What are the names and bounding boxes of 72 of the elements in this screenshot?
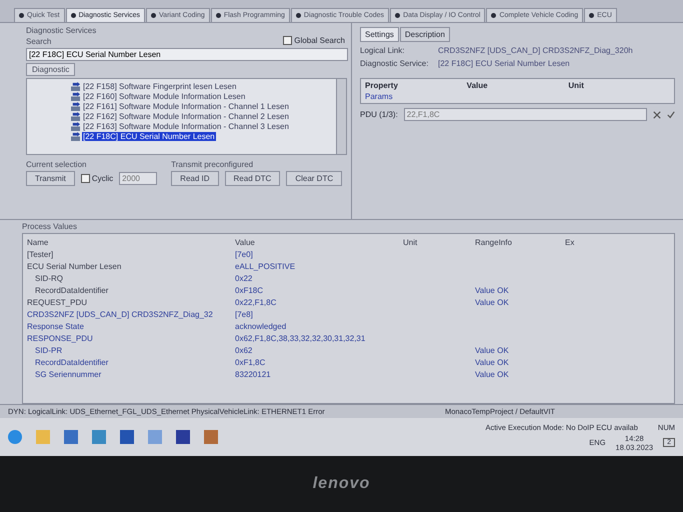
service-item[interactable]: [22 F162] Software Module Information - Channel 2 Lesen [82, 112, 290, 120]
table-cell: [7e0] [235, 250, 253, 258]
table-cell: SG Seriennummer [35, 370, 102, 378]
service-icon [71, 92, 80, 100]
table-cell: 0x62 [235, 346, 252, 354]
table-cell: 0xF18C [235, 286, 264, 294]
global-search-checkbox[interactable]: Global Search [283, 36, 345, 45]
table-cell: 0x22,F1,8C [235, 298, 276, 306]
column-header: Value [235, 238, 256, 246]
column-header: Name [26, 238, 50, 246]
table-cell: 0x22 [235, 274, 252, 282]
preconfigured-button[interactable]: Clear DTC [286, 171, 342, 186]
section-label: Process Values [22, 222, 77, 231]
table-cell: CRD3S2NFZ [UDS_CAN_D] CRD3S2NFZ_Diag_32 [27, 310, 213, 318]
cyclic-checkbox[interactable]: Cyclic [80, 174, 114, 183]
table-cell: eALL_POSITIVE [235, 262, 296, 270]
service-item[interactable]: [22 F160] Software Module Information Lesen [82, 92, 246, 100]
service-item[interactable]: [22 F18C] ECU Serial Number Lesen [82, 132, 216, 140]
field-value: CRD3S2NFZ [UDS_CAN_D] CRD3S2NFZ_Diag_320h [438, 46, 633, 55]
group-header: Params [364, 92, 394, 103]
service-icon [71, 82, 80, 90]
table-cell: RESPONSE_PDU [27, 334, 93, 342]
group-title: Diagnostic Services [26, 26, 96, 35]
service-icon [71, 102, 80, 110]
column-header: Value [466, 81, 489, 90]
transmit-button[interactable]: Transmit [26, 171, 75, 186]
table-cell: REQUEST_PDU [27, 298, 88, 306]
service-item[interactable]: [22 F161] Software Module Information - Channel 1 Lesen [82, 102, 290, 110]
checkmark-icon[interactable] [667, 110, 675, 118]
table-cell: Value OK [475, 346, 509, 354]
table-cell: Response State [27, 322, 84, 330]
field-label: Diagnostic Service: [360, 59, 430, 68]
field-label: Logical Link: [360, 46, 406, 55]
table-cell: Value OK [475, 370, 509, 378]
table-cell: SID-PR [35, 346, 62, 354]
service-icon [71, 132, 80, 140]
details-tab[interactable]: Description [400, 27, 450, 42]
table-cell: RecordDataIdentifier [35, 358, 108, 366]
search-label: Search [26, 37, 52, 46]
preconfigured-button[interactable]: Read ID [171, 171, 219, 186]
table-cell: ECU Serial Number Lesen [27, 262, 122, 270]
service-item[interactable]: [22 F163] Software Module Information - Channel 3 Lesen [82, 122, 290, 130]
service-item[interactable]: [22 F158] Software Fingerprint lesen Lesen [82, 82, 238, 90]
section-label: Transmit preconfigured [171, 160, 254, 169]
field-value: [22 F18C] ECU Serial Number Lesen [438, 59, 570, 68]
details-tab[interactable]: Settings [360, 27, 399, 42]
table-cell: Value OK [475, 358, 509, 366]
section-label: Current selection [26, 160, 86, 169]
service-icon [71, 112, 80, 120]
table-cell: Value OK [475, 298, 509, 306]
table-cell: 0xF1,8C [235, 358, 266, 366]
column-header: RangeInfo [475, 238, 513, 246]
table-cell: [7e8] [235, 310, 253, 318]
brand-logo: lenovo [312, 475, 370, 493]
table-cell: 83220121 [235, 370, 271, 378]
column-header: Unit [403, 238, 418, 246]
diagnostic-tab[interactable]: Diagnostic [26, 63, 76, 76]
column-header: Ex [565, 238, 576, 246]
table-cell: 0x62,F1,8C,38,33,32,32,30,31,32,31 [235, 334, 366, 342]
preconfigured-button[interactable]: Read DTC [224, 171, 280, 186]
field-label: PDU (1/3): [360, 110, 398, 119]
table-cell: [Tester] [27, 250, 54, 258]
vertical-scrollbar[interactable] [336, 79, 346, 154]
column-header: Unit [568, 81, 585, 90]
table-cell: SID-RQ [35, 274, 63, 282]
table-cell: RecordDataIdentifier [35, 286, 108, 294]
service-icon [71, 122, 80, 130]
cancel-icon[interactable] [653, 110, 661, 118]
table-cell: acknowledged [235, 322, 286, 330]
column-header: Property [365, 81, 399, 90]
table-cell: Value OK [475, 286, 509, 294]
search-field[interactable]: [22 F18C] ECU Serial Number Lesen [26, 48, 348, 61]
